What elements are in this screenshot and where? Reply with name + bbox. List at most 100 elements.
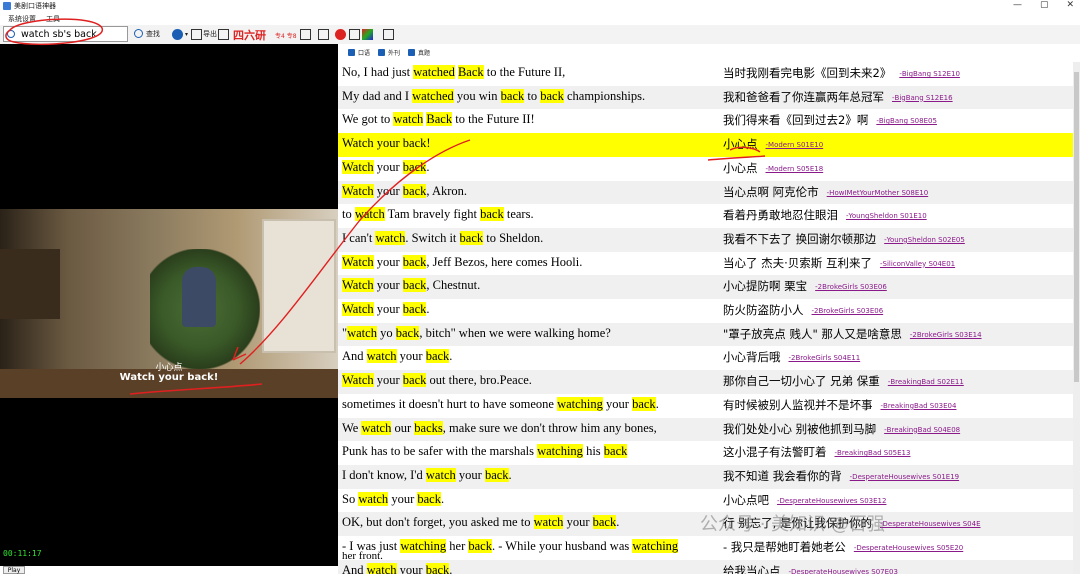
result-row[interactable]: "watch yo back, bitch" when we were walk… [338, 322, 1073, 347]
watermark: 公众号 · 美知识 @百强 [700, 514, 885, 535]
sentence-text: your [455, 467, 485, 482]
source-episode-link[interactable]: -DesperateHousewives S07E03 [789, 568, 898, 574]
filter-checkbox-journal[interactable]: 外刊 [378, 48, 400, 57]
source-episode-link[interactable]: -DesperateHousewives S01E19 [850, 473, 959, 481]
source-episode-link[interactable]: -YoungSheldon S01E10 [846, 212, 927, 220]
result-row[interactable]: I can't watch. Switch it back to Sheldon… [338, 227, 1073, 252]
chinese-translation: 当心了 杰夫·贝索斯 互利来了 -SiliconValley S04E01 [723, 255, 956, 270]
sentence-text: We got to [342, 112, 394, 127]
result-row[interactable]: We got to watch Back to the Future II! 我们… [338, 109, 1073, 133]
sentence-text: sometimes it doesn't hurt to have someon… [342, 396, 558, 411]
source-episode-link[interactable]: -DesperateHousewives S04E [880, 520, 981, 528]
result-row[interactable]: I don't know, I'd watch your back. 我不知道 我… [338, 464, 1073, 489]
filter-checkbox-spoken[interactable]: 口语 [348, 48, 370, 57]
video-panel[interactable]: 小心点 Watch your back! [0, 44, 338, 566]
dropdown-chevron-icon[interactable]: ▾ [185, 28, 188, 41]
result-row[interactable]: Watch your back, Jeff Bezos, here comes … [338, 252, 1073, 276]
find-button[interactable]: 查找 [146, 28, 160, 41]
result-row[interactable]: to watch Tam bravely fight back tears. 看着… [338, 204, 1073, 228]
magnifier-icon[interactable] [134, 29, 143, 38]
source-episode-link[interactable]: -BigBang S12E10 [899, 70, 960, 78]
source-episode-link[interactable]: -BigBang S12E16 [892, 94, 953, 102]
menu-item-settings[interactable]: 系统设置 [8, 14, 36, 24]
source-episode-link[interactable]: -BigBang S08E05 [876, 117, 937, 125]
result-row[interactable]: We watch our backs, make sure we don't t… [338, 417, 1073, 442]
chinese-translation: 我们处处小心 别被他抓到马脚 -BreakingBad S04E08 [723, 421, 961, 436]
sentence-text: Watch your back! [342, 136, 431, 151]
source-episode-link[interactable]: -2BrokeGirls S03E06 [815, 283, 887, 291]
sentence-text: to the Future II, [483, 65, 566, 79]
result-row[interactable]: Watch your back. 防火防盗防小人 -2BrokeGirls S03E… [338, 299, 1073, 323]
sentence-text: , bitch" when we were walking home? [419, 325, 611, 340]
grid-icon[interactable] [300, 29, 311, 40]
result-row[interactable]: And watch your back. 给我当心点 -DesperateHouse… [338, 559, 1073, 574]
menu-item-tools[interactable]: 工具 [46, 14, 60, 24]
result-row[interactable]: - I was just watching her back. - While … [338, 536, 1073, 560]
app-logo-icon [3, 2, 11, 10]
play-button[interactable]: Play [3, 566, 25, 574]
sentence-text: your [602, 396, 633, 411]
close-button[interactable]: ✕ [1066, 0, 1074, 10]
document-icon[interactable] [218, 29, 229, 40]
sentence-text: Tam bravely fight [384, 207, 481, 222]
sentence-text: your [373, 302, 403, 316]
english-sentence: So watch your back. [342, 491, 444, 507]
english-sentence: Punk has to be safer with the marshals w… [342, 444, 628, 459]
chinese-translation: 给我当心点 -DesperateHousewives S07E03 [723, 563, 898, 574]
source-episode-link[interactable]: -SiliconValley S04E01 [880, 260, 955, 268]
result-row[interactable]: Watch your back, Akron. 当心点啊 阿克伦市 -HowIMet… [338, 180, 1073, 205]
search-input[interactable]: watch sb's back [3, 26, 128, 42]
results-list[interactable]: No, I had just watched Back to the Futur… [338, 62, 1073, 574]
source-episode-link[interactable]: -Modern S05E18 [766, 165, 824, 173]
result-row[interactable]: Watch your back, Chestnut. 小心提防啊 栗宝 -2Brok… [338, 275, 1073, 299]
record-icon[interactable] [335, 29, 346, 40]
keyword-highlight: back [417, 491, 441, 506]
sentence-continuation: her front. [342, 550, 383, 562]
source-episode-link[interactable]: -BreakingBad S05E13 [835, 449, 911, 457]
sentence-text: tears. [503, 207, 534, 222]
result-row[interactable]: Watch your back out there, bro.Peace. 那你自… [338, 370, 1073, 394]
book-icon[interactable] [191, 29, 202, 40]
keyword-highlight: back [402, 373, 427, 388]
brand-logo[interactable]: 四六研 [233, 27, 266, 43]
chinese-translation: 小心背后哦 -2BrokeGirls S04E11 [723, 350, 861, 365]
source-episode-link[interactable]: -DesperateHousewives S03E12 [777, 497, 886, 505]
result-row[interactable]: No, I had just watched Back to the Futur… [338, 62, 1073, 86]
result-row[interactable]: sometimes it doesn't hurt to have someon… [338, 394, 1073, 418]
source-episode-link[interactable]: -BreakingBad S03E04 [881, 402, 957, 410]
minimize-button[interactable]: — [1013, 0, 1022, 10]
keyword-highlight: back [459, 230, 484, 245]
filter-checkbox-exam[interactable]: 真题 [408, 48, 430, 57]
results-scrollbar[interactable] [1073, 62, 1080, 574]
maximize-button[interactable]: ▢ [1040, 0, 1049, 10]
copy-icon[interactable] [318, 29, 329, 40]
source-episode-link[interactable]: -BreakingBad S02E11 [888, 378, 964, 386]
result-row[interactable]: Watch your back! 小心点 -Modern S01E10 [338, 133, 1073, 157]
result-row[interactable]: So watch your back. 小心点吧 -DesperateHousewi… [338, 489, 1073, 513]
source-episode-link[interactable]: -HowIMetYourMother S08E10 [827, 189, 929, 197]
source-episode-link[interactable]: -BreakingBad S04E08 [884, 426, 960, 434]
keyword-highlight: watch [358, 491, 389, 506]
source-episode-link[interactable]: -2BrokeGirls S03E06 [812, 307, 884, 315]
source-episode-link[interactable]: -YoungSheldon S02E05 [884, 236, 965, 244]
palette-icon[interactable] [362, 29, 373, 40]
english-sentence: Watch your back out there, bro.Peace. [342, 373, 532, 388]
result-row[interactable]: My dad and I watched you win back to bac… [338, 85, 1073, 110]
export-button[interactable]: 导出 [203, 28, 217, 41]
edit-icon[interactable] [383, 29, 394, 40]
keyword-highlight: watching [537, 444, 583, 459]
arrow-right-icon[interactable] [172, 29, 183, 40]
sentence-text: your [373, 254, 403, 269]
calendar-icon[interactable] [349, 29, 360, 40]
source-episode-link[interactable]: -Modern S01E10 [766, 141, 824, 149]
chinese-translation: 防火防盗防小人 -2BrokeGirls S03E06 [723, 303, 884, 317]
source-episode-link[interactable]: -2BrokeGirls S04E11 [789, 354, 861, 362]
chinese-translation: 看着丹勇敢地忍住眼泪 -YoungSheldon S01E10 [723, 208, 927, 223]
result-row[interactable]: Watch your back. 小心点 -Modern S05E18 [338, 157, 1073, 181]
result-row[interactable]: Punk has to be safer with the marshals w… [338, 441, 1073, 465]
sentence-text: to [342, 207, 355, 222]
source-episode-link[interactable]: -DesperateHousewives S05E20 [854, 544, 963, 552]
result-row[interactable]: And watch your back. 小心背后哦 -2BrokeGirls S0… [338, 346, 1073, 370]
keyword-highlight: watch [347, 325, 377, 340]
source-episode-link[interactable]: -2BrokeGirls S03E14 [910, 331, 982, 339]
